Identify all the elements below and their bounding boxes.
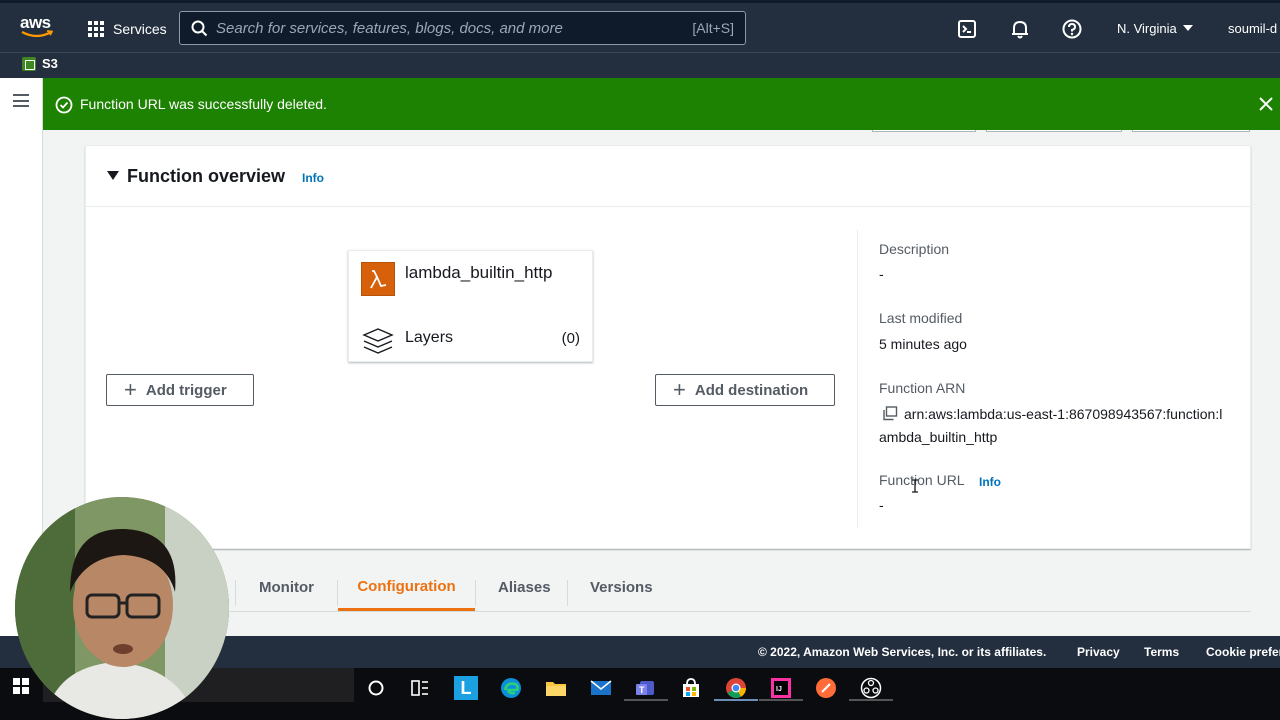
layers-label[interactable]: Layers [405, 329, 453, 347]
plus-icon: + [124, 377, 137, 402]
tab-separator [475, 580, 476, 606]
function-url-value: - [879, 497, 884, 513]
aws-smile-icon [21, 30, 53, 38]
open-app-indicator [849, 699, 893, 701]
open-app-indicator [759, 699, 803, 701]
search-shortcut-hint: [Alt+S] [692, 20, 734, 36]
tab-versions[interactable]: Versions [590, 564, 653, 611]
collapse-caret-icon[interactable] [107, 171, 119, 180]
cortana-icon[interactable] [364, 676, 388, 700]
function-overview-header: Function overview Info [86, 146, 1252, 207]
aws-logo-text: aws [20, 13, 51, 32]
webcam-overlay [15, 497, 229, 719]
add-destination-label: Add destination [694, 381, 809, 399]
lambda-icon [361, 262, 395, 296]
store-icon[interactable] [679, 676, 703, 700]
add-trigger-button[interactable]: + Add trigger [106, 374, 254, 406]
cloudshell-icon[interactable] [956, 18, 978, 40]
help-icon[interactable] [1061, 18, 1083, 40]
chrome-icon[interactable] [724, 676, 748, 700]
last-modified-label: Last modified [879, 310, 963, 326]
function-arn-value: arn:aws:lambda:us-east-1:867098943567:fu… [879, 403, 1229, 449]
function-name-label: lambda_builtin_http [405, 263, 553, 282]
success-check-icon [55, 96, 73, 114]
function-diagram-card[interactable]: lambda_builtin_http Layers (0) [348, 250, 593, 362]
function-url-info-link[interactable]: Info [979, 475, 1001, 489]
copy-icon[interactable] [882, 406, 898, 421]
tab-separator [567, 580, 568, 606]
add-destination-button[interactable]: + Add destination [655, 374, 835, 406]
tab-configuration[interactable]: Configuration [338, 564, 475, 611]
function-overview-info-link[interactable]: Info [302, 171, 324, 185]
favorite-s3-link[interactable]: S3 [22, 56, 58, 71]
services-grid-icon [88, 20, 105, 38]
task-view-icon[interactable] [408, 676, 432, 700]
menu-hamburger-icon[interactable] [13, 94, 29, 107]
function-overview-panel: Function overview Info lambda_builtin_ht… [85, 145, 1252, 549]
l-app-icon[interactable]: L [454, 676, 478, 700]
vertical-divider [857, 230, 858, 528]
description-label: Description [879, 241, 950, 257]
top-navigation-bar: aws Services [Alt+S] N. Virginia [0, 0, 1280, 52]
main-content: Function overview Info lambda_builtin_ht… [43, 78, 1280, 636]
footer-privacy-link[interactable]: Privacy [1077, 645, 1120, 659]
tab-monitor[interactable]: Monitor [259, 564, 314, 611]
tab-aliases[interactable]: Aliases [498, 564, 551, 611]
windows-start-icon[interactable] [13, 678, 29, 694]
tab-separator [235, 580, 236, 606]
function-arn-text: arn:aws:lambda:us-east-1:867098943567:fu… [879, 406, 1223, 445]
edge-icon[interactable] [499, 676, 523, 700]
plus-icon: + [673, 377, 686, 402]
function-arn-label: Function ARN [879, 380, 966, 396]
footer-copyright: © 2022, Amazon Web Services, Inc. or its… [758, 645, 1047, 659]
active-app-indicator [714, 699, 758, 701]
search-icon [191, 20, 208, 37]
teams-icon[interactable]: T [634, 676, 658, 700]
obs-icon[interactable] [859, 676, 883, 700]
svg-text:IJ: IJ [776, 686, 782, 693]
description-value: - [879, 266, 884, 282]
global-search-bar[interactable]: [Alt+S] [179, 11, 746, 45]
add-trigger-label: Add trigger [145, 381, 227, 399]
search-input[interactable] [216, 17, 676, 39]
open-app-indicator [624, 699, 668, 701]
aws-logo[interactable]: aws [20, 13, 54, 41]
last-modified-value: 5 minutes ago [879, 336, 967, 352]
footer-cookie-link[interactable]: Cookie prefer [1206, 645, 1280, 659]
intellij-icon[interactable]: IJ [769, 676, 793, 700]
function-overview-title[interactable]: Function overview [127, 166, 285, 187]
presenter-avatar-image [15, 497, 229, 719]
account-menu[interactable]: soumil-d [1228, 21, 1277, 36]
services-label: Services [113, 21, 167, 37]
svg-text:T: T [639, 685, 645, 695]
file-explorer-icon[interactable] [544, 676, 568, 700]
text-cursor-icon [912, 479, 918, 493]
success-flashbar: Function URL was successfully deleted. [43, 78, 1280, 130]
caret-down-icon [1182, 25, 1193, 31]
favorites-bar: S3 [0, 52, 1280, 78]
notifications-bell-icon[interactable] [1009, 18, 1031, 40]
region-selector[interactable]: N. Virginia [1117, 21, 1193, 36]
layers-count: (0) [561, 330, 580, 347]
layers-icon [362, 328, 394, 354]
function-url-label: Function URL [879, 472, 965, 488]
services-menu-button[interactable]: Services [88, 18, 167, 40]
postman-icon[interactable] [814, 676, 838, 700]
s3-icon [22, 56, 36, 71]
favorite-s3-label: S3 [42, 56, 58, 71]
mail-icon[interactable] [589, 676, 613, 700]
close-icon[interactable] [1258, 96, 1274, 112]
flash-message: Function URL was successfully deleted. [80, 96, 327, 112]
region-label: N. Virginia [1117, 21, 1177, 36]
footer-terms-link[interactable]: Terms [1144, 645, 1179, 659]
